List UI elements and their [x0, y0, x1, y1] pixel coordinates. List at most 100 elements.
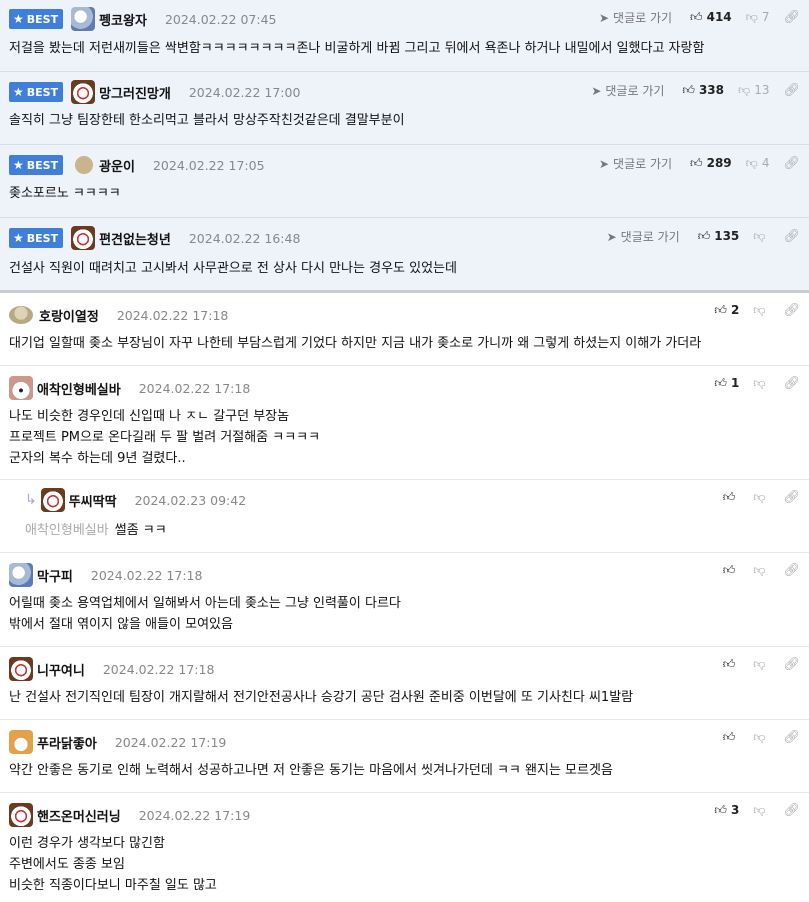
send-icon: ➤ — [606, 230, 617, 244]
thumbs-up-icon: 👍︎ — [714, 376, 727, 390]
avatar[interactable] — [9, 306, 33, 324]
downvote-button[interactable]: 👎︎ — [753, 563, 769, 578]
comment-text: 약간 안좋은 동기로 인해 노력해서 성공하고나면 저 안좋은 동기는 마음에서… — [9, 763, 613, 778]
avatar[interactable] — [9, 563, 33, 587]
goto-comment-link[interactable]: ➤ 댓글로 가기 — [599, 155, 672, 172]
upvote-button[interactable]: 👍︎ 414 — [690, 10, 732, 25]
downvote-button[interactable]: 👎︎ — [753, 376, 769, 391]
thumbs-up-icon: 👍︎ — [722, 563, 736, 577]
link-icon[interactable]: 🔗︎ — [783, 563, 800, 578]
thumbs-up-icon: 👍︎ — [682, 83, 695, 97]
star-icon: ★ — [13, 231, 24, 245]
downvote-button[interactable]: 👎︎ — [753, 730, 769, 745]
goto-comment-link[interactable]: ➤ 댓글로 가기 — [607, 228, 680, 245]
upvote-button[interactable]: 👍︎ 1 — [714, 376, 739, 391]
downvote-button[interactable]: 👎︎ 13 — [738, 83, 769, 98]
best-comment: ★ BEST 광운이 2024.02.22 17:05 ➤ 댓글로 가기 👍︎ 289… — [0, 145, 809, 218]
link-icon[interactable]: 🔗︎ — [783, 156, 800, 171]
thumbs-down-icon: 👎︎ — [745, 10, 758, 24]
link-icon[interactable]: 🔗︎ — [783, 10, 800, 25]
downvote-button[interactable]: 👎︎ 4 — [746, 156, 770, 171]
upvote-button[interactable]: 👍︎ — [723, 730, 740, 745]
avatar[interactable] — [71, 80, 96, 104]
timestamp: 2024.02.22 17:00 — [188, 84, 301, 100]
send-icon: ➤ — [598, 157, 610, 171]
comment: 애착인형베실바 2024.02.22 17:18 👍︎ 1 👎︎ 🔗︎ 나도 비슷… — [0, 366, 809, 480]
link-icon[interactable]: 🔗︎ — [783, 490, 800, 505]
comment-text: 대기업 일할때 좆소 부장님이 자꾸 나한테 부담스럽게 기었다 하지만 지금 … — [9, 336, 702, 351]
timestamp: 2024.02.23 09:42 — [134, 492, 247, 508]
thumbs-down-icon: 👎︎ — [753, 730, 766, 744]
avatar[interactable] — [9, 730, 33, 754]
upvote-button[interactable]: 👍︎ 3 — [714, 803, 739, 818]
goto-comment-link[interactable]: ➤ 댓글로 가기 — [591, 82, 664, 99]
thumbs-down-icon: 👎︎ — [745, 156, 758, 170]
upvote-button[interactable]: 👍︎ — [723, 563, 740, 578]
comment-text: 난 건설사 전기직인데 팀장이 개지랄해서 전기안전공사나 승강기 공단 검사원… — [9, 690, 634, 705]
thumbs-up-icon: 👍︎ — [722, 657, 736, 671]
best-badge: ★ BEST — [9, 155, 64, 175]
downvote-button[interactable]: 👎︎ 7 — [746, 10, 770, 25]
nickname[interactable]: 망그러진망개 — [99, 83, 171, 102]
upvote-button[interactable]: 👍︎ 338 — [682, 83, 724, 98]
timestamp: 2024.02.22 17:18 — [102, 661, 215, 677]
downvote-button[interactable]: 👎︎ — [753, 229, 769, 244]
avatar[interactable] — [9, 803, 33, 827]
best-comment: ★ BEST 망그러진망개 2024.02.22 17:00 ➤ 댓글로 가기 👍︎… — [0, 72, 809, 145]
best-badge: ★ BEST — [9, 82, 64, 102]
thumbs-down-icon: 👎︎ — [753, 657, 766, 671]
reply-arrow-icon: ↳ — [25, 492, 37, 508]
upvote-button[interactable]: 👍︎ 289 — [690, 156, 732, 171]
comment-text: 어릴때 좆소 용역업체에서 일해봐서 아는데 좆소는 그냥 인력풀이 다르다 밖… — [9, 596, 401, 632]
nickname[interactable]: 호랑이열정 — [39, 306, 99, 325]
link-icon[interactable]: 🔗︎ — [783, 229, 800, 244]
avatar[interactable] — [71, 7, 96, 31]
reply-mention[interactable]: 애착인형베실바 — [25, 523, 109, 538]
nickname[interactable]: 편견없는청년 — [99, 229, 171, 248]
thumbs-up-icon: 👍︎ — [722, 730, 736, 744]
timestamp: 2024.02.22 17:18 — [138, 380, 251, 396]
best-comment: ★ BEST 편견없는청년 2024.02.22 16:48 ➤ 댓글로 가기 👍︎… — [0, 218, 809, 293]
nickname[interactable]: 푸라닭좋아 — [37, 733, 97, 752]
star-icon: ★ — [13, 85, 24, 99]
avatar[interactable] — [9, 376, 33, 400]
timestamp: 2024.02.22 07:45 — [164, 11, 277, 27]
thumbs-down-icon: 👎︎ — [738, 83, 751, 97]
goto-comment-link[interactable]: ➤ 댓글로 가기 — [599, 9, 672, 26]
nickname[interactable]: 막구피 — [37, 566, 73, 585]
upvote-button[interactable]: 👍︎ — [723, 490, 740, 505]
thumbs-up-icon: 👍︎ — [722, 490, 736, 504]
timestamp: 2024.02.22 17:19 — [114, 734, 227, 750]
timestamp: 2024.02.22 17:18 — [116, 307, 229, 323]
link-icon[interactable]: 🔗︎ — [783, 803, 800, 818]
nickname[interactable]: 펭코왕자 — [99, 10, 147, 29]
avatar[interactable] — [9, 657, 33, 681]
upvote-button[interactable]: 👍︎ 135 — [698, 229, 740, 244]
nickname[interactable]: 애착인형베실바 — [37, 379, 121, 398]
thumbs-down-icon: 👎︎ — [753, 376, 766, 390]
thumbs-up-icon: 👍︎ — [714, 803, 727, 817]
avatar[interactable] — [71, 226, 96, 250]
thumbs-up-icon: 👍︎ — [697, 229, 711, 243]
timestamp: 2024.02.22 17:05 — [152, 157, 265, 173]
downvote-button[interactable]: 👎︎ — [753, 803, 769, 818]
nickname[interactable]: 니꾸여니 — [37, 660, 85, 679]
downvote-button[interactable]: 👎︎ — [753, 490, 769, 505]
link-icon[interactable]: 🔗︎ — [783, 657, 800, 672]
nickname[interactable]: 핸즈온머신러닝 — [37, 806, 121, 825]
avatar[interactable] — [40, 488, 65, 512]
downvote-button[interactable]: 👎︎ — [753, 657, 769, 672]
avatar[interactable] — [75, 156, 94, 174]
nickname[interactable]: 뚜씨딱딱 — [69, 491, 117, 510]
thumbs-up-icon: 👍︎ — [690, 156, 703, 170]
upvote-button[interactable]: 👍︎ — [723, 657, 740, 672]
upvote-button[interactable]: 👍︎ 2 — [714, 303, 739, 318]
link-icon[interactable]: 🔗︎ — [783, 303, 800, 318]
thumbs-down-icon: 👎︎ — [753, 303, 766, 317]
link-icon[interactable]: 🔗︎ — [783, 730, 800, 745]
link-icon[interactable]: 🔗︎ — [783, 376, 800, 391]
downvote-button[interactable]: 👎︎ — [753, 303, 769, 318]
link-icon[interactable]: 🔗︎ — [783, 83, 800, 98]
comment: 막구피 2024.02.22 17:18 👍︎ 👎︎ 🔗︎ 어릴때 좆소 용역업… — [0, 553, 809, 647]
nickname[interactable]: 광운이 — [99, 156, 135, 175]
